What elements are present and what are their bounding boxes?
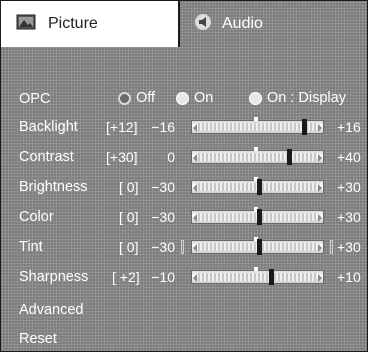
sharpness-slider[interactable] [191, 267, 324, 285]
slider-center-mark [254, 147, 258, 151]
contrast-max: +40 [337, 149, 361, 165]
tab-picture[interactable]: Picture [1, 1, 180, 47]
backlight-slider[interactable] [191, 117, 324, 135]
sharpness-row[interactable]: Sharpness [ +2] −10 +10 [1, 266, 367, 288]
opc-off-option[interactable]: Off [118, 90, 155, 106]
opc-label: OPC [19, 91, 51, 107]
audio-icon [194, 13, 212, 36]
backlight-min: −16 [151, 119, 175, 135]
contrast-label: Contrast [19, 149, 74, 165]
tab-audio[interactable]: Audio [180, 1, 367, 47]
color-min: −30 [151, 209, 175, 225]
tab-picture-label: Picture [48, 15, 98, 32]
contrast-min: 0 [167, 149, 175, 165]
slider-thumb[interactable] [256, 179, 262, 195]
color-label: Color [19, 209, 54, 225]
reset-label: Reset [19, 331, 57, 347]
tint-adjust-value: [ 0] [119, 239, 139, 255]
tint-max: +30 [337, 239, 361, 255]
tint-min: −30 [151, 239, 175, 255]
brightness-adjust-value: [ 0] [119, 179, 139, 195]
color-row[interactable]: Color [ 0] −30 +30 [1, 206, 367, 228]
opc-off-label: Off [136, 90, 156, 106]
advanced-menu-item[interactable]: Advanced [1, 299, 367, 321]
color-slider[interactable] [191, 207, 324, 225]
opc-on-display-label: On : Display [267, 90, 346, 106]
sharpness-min: −10 [151, 269, 175, 285]
tab-audio-label: Audio [222, 15, 263, 32]
tint-row[interactable]: Tint [ 0] −30 +30 [1, 236, 367, 258]
reset-menu-item[interactable]: Reset [1, 328, 367, 350]
contrast-adjust-value: [+30] [106, 149, 138, 165]
slider-thumb[interactable] [256, 239, 262, 255]
opc-on-label: On [194, 90, 214, 106]
slider-left-arrow-icon [193, 184, 197, 192]
opc-row: OPC Off On On : Display [1, 88, 367, 110]
backlight-adjust-value: [+12] [106, 119, 138, 135]
tint-red-marker [181, 240, 184, 254]
brightness-min: −30 [151, 179, 175, 195]
brightness-row[interactable]: Brightness [ 0] −30 +30 [1, 176, 367, 198]
slider-right-arrow-icon [318, 244, 322, 252]
menu-tabs: Picture Audio [1, 1, 367, 47]
slider-right-arrow-icon [318, 214, 322, 222]
slider-center-mark [254, 117, 258, 121]
opc-on-display-option[interactable]: On : Display [249, 90, 346, 106]
slider-thumb[interactable] [286, 149, 292, 165]
slider-center-mark [254, 267, 258, 271]
slider-left-arrow-icon [193, 244, 197, 252]
slider-right-arrow-icon [318, 184, 322, 192]
slider-thumb[interactable] [256, 209, 262, 225]
slider-right-arrow-icon [318, 274, 322, 282]
radio-selected-icon [118, 91, 131, 105]
radio-icon [176, 91, 189, 105]
brightness-max: +30 [337, 179, 361, 195]
picture-settings-menu: Picture Audio OPC Off On On : Display Ba… [0, 0, 368, 352]
slider-left-arrow-icon [193, 124, 197, 132]
backlight-row[interactable]: Backlight [+12] −16 +16 [1, 116, 367, 138]
color-max: +30 [337, 209, 361, 225]
slider-left-arrow-icon [193, 214, 197, 222]
sharpness-adjust-value: [ +2] [112, 269, 140, 285]
slider-right-arrow-icon [318, 124, 322, 132]
backlight-label: Backlight [19, 119, 78, 135]
advanced-label: Advanced [19, 302, 84, 318]
backlight-max: +16 [337, 119, 361, 135]
slider-thumb[interactable] [268, 269, 274, 285]
tint-green-marker [330, 240, 333, 254]
slider-thumb[interactable] [301, 119, 307, 135]
color-adjust-value: [ 0] [119, 209, 139, 225]
picture-icon [16, 14, 36, 35]
tint-label: Tint [19, 239, 43, 255]
tint-slider[interactable] [191, 237, 324, 255]
sharpness-label: Sharpness [19, 269, 89, 285]
contrast-row[interactable]: Contrast [+30] 0 +40 [1, 146, 367, 168]
slider-left-arrow-icon [193, 274, 197, 282]
contrast-slider[interactable] [191, 147, 324, 165]
sharpness-max: +10 [337, 269, 361, 285]
brightness-label: Brightness [19, 179, 88, 195]
radio-icon [249, 91, 262, 105]
opc-on-option[interactable]: On [176, 90, 213, 106]
brightness-slider[interactable] [191, 177, 324, 195]
slider-left-arrow-icon [193, 154, 197, 162]
slider-right-arrow-icon [318, 154, 322, 162]
